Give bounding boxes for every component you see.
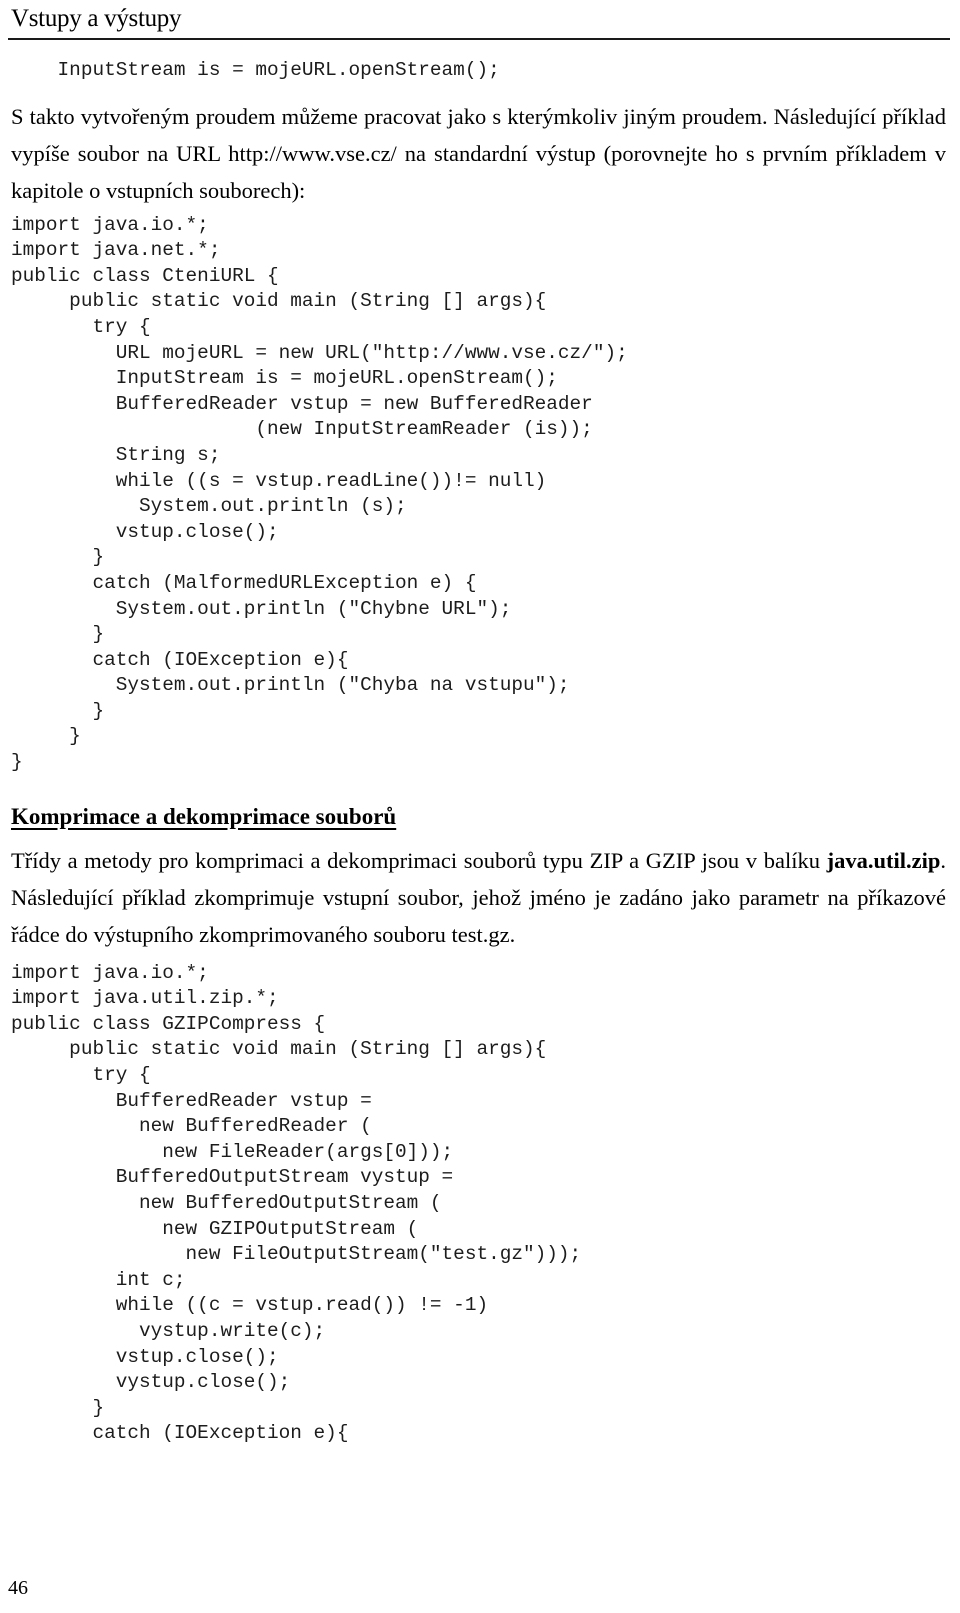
paragraph-intro: S takto vytvořeným proudem můžeme pracov…	[8, 98, 950, 209]
code-line: public class CteniURL {	[11, 264, 279, 287]
code-line: vystup.close();	[11, 1371, 291, 1394]
code-line: vystup.write(c);	[11, 1319, 326, 1342]
code-line: public class GZIPCompress {	[11, 1012, 326, 1035]
section-heading-wrapper: Komprimace a dekomprimace souborů	[8, 802, 950, 832]
code-block-cteniurl: import java.io.*; import java.net.*; publi…	[8, 213, 950, 776]
spacer-after-heading	[8, 832, 950, 842]
code-line: import java.io.*;	[11, 961, 209, 984]
code-line: public static void main (String [] args)…	[11, 290, 547, 313]
code-line: try {	[11, 1064, 151, 1087]
code-line: }	[11, 623, 105, 646]
document-page: Vstupy a výstupy InputStream is = mojeUR…	[0, 0, 960, 1613]
code-line: }	[11, 1396, 105, 1419]
paragraph-text: S takto vytvořeným proudem můžeme pracov…	[11, 103, 946, 203]
code-line: }	[11, 725, 81, 748]
code-line: new GZIPOutputStream (	[11, 1217, 419, 1240]
running-header: Vstupy a výstupy	[11, 5, 182, 32]
code-line: catch (IOException e){	[11, 1422, 349, 1445]
code-line: URL mojeURL = new URL("http://www.vse.cz…	[11, 341, 628, 364]
code-line: }	[11, 546, 105, 569]
code-line: while ((s = vstup.readLine())!= null)	[11, 469, 547, 492]
code-line: System.out.println ("Chyba na vstupu");	[11, 674, 570, 697]
spacer-after-header	[8, 40, 950, 58]
code-line: new BufferedOutputStream (	[11, 1192, 442, 1214]
code-line: vstup.close();	[11, 1345, 279, 1368]
code-line: int c;	[11, 1268, 186, 1291]
code-line: InputStream is = mojeURL.openStream();	[11, 367, 558, 390]
code-line: catch (IOException e){	[11, 648, 349, 671]
code-line: new BufferedReader (	[11, 1115, 372, 1138]
code-line: BufferedReader vstup =	[11, 1089, 372, 1112]
code-line: (new InputStreamReader (is));	[11, 418, 593, 441]
code-line: }	[11, 751, 23, 774]
intro-code-snippet: InputStream is = mojeURL.openStream();	[8, 58, 950, 84]
code-line: import java.io.*;	[11, 213, 209, 236]
code-line: InputStream is = mojeURL.openStream();	[11, 59, 500, 81]
code-line: try {	[11, 315, 151, 338]
paragraph-compression: Třídy a metody pro komprimaci a dekompri…	[8, 842, 950, 953]
code-line: BufferedReader vstup = new BufferedReade…	[11, 392, 593, 415]
code-line: import java.net.*;	[11, 239, 221, 262]
spacer-before-heading	[8, 776, 950, 802]
code-line: while ((c = vstup.read()) != -1)	[11, 1294, 489, 1317]
section-heading: Komprimace a dekomprimace souborů	[11, 803, 397, 829]
code-line: }	[11, 699, 105, 722]
inline-package-name: java.util.zip	[826, 847, 941, 873]
code-line: String s;	[11, 443, 221, 466]
code-line: catch (MalformedURLException e) {	[11, 571, 477, 594]
code-block-gzipcompress: import java.io.*; import java.util.zip.*;…	[8, 961, 950, 1447]
code-line: new FileReader(args[0]));	[11, 1140, 454, 1163]
page-number: 46	[8, 1577, 28, 1599]
code-line: vstup.close();	[11, 520, 279, 543]
spacer-before-code2	[8, 953, 950, 961]
code-line: import java.util.zip.*;	[11, 987, 279, 1010]
code-line: public static void main (String [] args)…	[11, 1038, 547, 1061]
code-line: System.out.println (s);	[11, 495, 407, 518]
code-line: new FileOutputStream("test.gz")));	[11, 1243, 582, 1266]
paragraph-text-part1: Třídy a metody pro komprimaci a dekompri…	[11, 847, 827, 873]
code-line: System.out.println ("Chybne URL");	[11, 597, 512, 620]
code-line: BufferedOutputStream vystup =	[11, 1166, 454, 1189]
